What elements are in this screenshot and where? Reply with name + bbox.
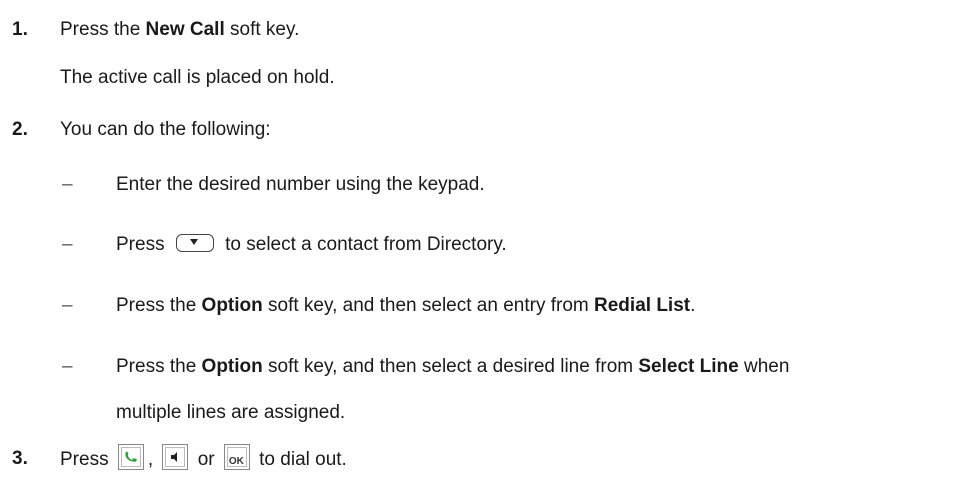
redial-list-label: Redial List: [594, 295, 691, 316]
bullet-dash: –: [62, 356, 73, 377]
option-softkey-label: Option: [201, 295, 263, 316]
option-item-4: Press the Option soft key, and then sele…: [116, 356, 790, 377]
ok-key-icon: OK: [223, 444, 250, 470]
bullet-dash: –: [62, 234, 73, 255]
option-softkey-label: Option: [201, 356, 263, 377]
down-navigation-key-icon: [175, 233, 214, 252]
speakerphone-key-icon: [162, 444, 189, 470]
new-call-softkey-label: New Call: [145, 19, 225, 40]
step-3-text: Press , or OK to dial out.: [60, 444, 347, 473]
option-item-4-continued: multiple lines are assigned.: [116, 402, 346, 423]
step-1-text: Press the New Call soft key.: [60, 18, 299, 42]
option-item-1: Enter the desired number using the keypa…: [116, 174, 485, 195]
step-3-number: 3.: [12, 448, 28, 469]
bullet-dash: –: [62, 295, 73, 316]
off-hook-handset-key-icon: [117, 444, 144, 470]
ok-key-label: OK: [228, 456, 244, 467]
option-item-3: Press the Option soft key, and then sele…: [116, 295, 696, 316]
step-2-text: You can do the following:: [60, 119, 271, 140]
step-1-note: The active call is placed on hold.: [60, 67, 335, 88]
step-2-number: 2.: [12, 119, 28, 140]
step-1-number: 1.: [12, 19, 28, 40]
select-line-label: Select Line: [638, 356, 739, 377]
option-item-2: Press to select a contact from Directory…: [116, 233, 507, 255]
step-1-pre: Press the: [60, 19, 146, 40]
bullet-dash: –: [62, 174, 73, 195]
step-1-post: soft key.: [224, 19, 300, 40]
